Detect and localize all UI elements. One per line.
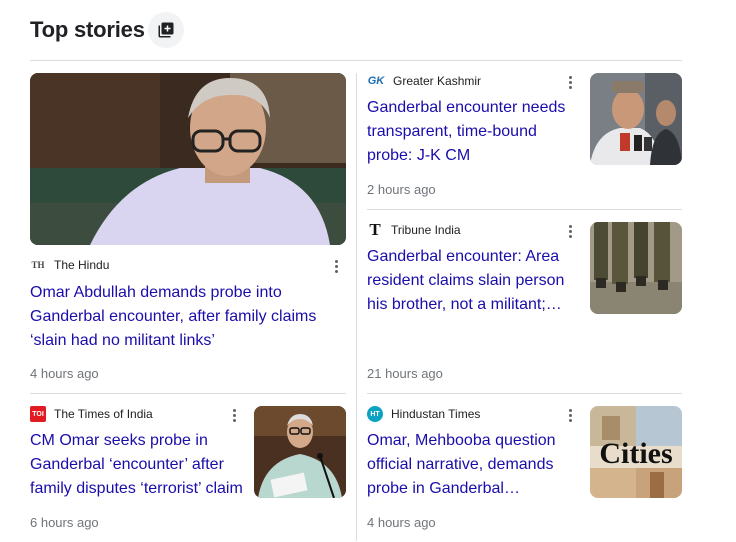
story-time: 6 hours ago bbox=[30, 515, 99, 530]
story-headline[interactable]: Omar, Mehbooba question official narrati… bbox=[367, 429, 579, 501]
cities-graphic: Cities bbox=[590, 406, 682, 498]
story-headline[interactable]: Omar Abdullah demands probe into Ganderb… bbox=[30, 281, 340, 353]
more-vert-icon bbox=[568, 80, 572, 84]
story-thumbnail[interactable] bbox=[590, 222, 682, 314]
header-divider bbox=[30, 60, 682, 61]
story-headline[interactable]: CM Omar seeks probe in Ganderbal ‘encoun… bbox=[30, 429, 248, 501]
story-thumbnail[interactable] bbox=[30, 73, 346, 245]
top-stories-header: Top stories bbox=[30, 12, 184, 48]
the-hindu-logo-icon: TH bbox=[31, 260, 45, 270]
hindustan-times-logo-icon: HT bbox=[367, 406, 383, 422]
source-name: Greater Kashmir bbox=[393, 74, 482, 88]
more-options-button[interactable] bbox=[226, 406, 242, 424]
story-headline[interactable]: Ganderbal encounter needs transparent, t… bbox=[367, 96, 577, 168]
story-time: 4 hours ago bbox=[30, 366, 99, 381]
story-headline[interactable]: Ganderbal encounter: Area resident claim… bbox=[367, 245, 577, 317]
row-divider bbox=[30, 393, 346, 394]
row-divider bbox=[367, 209, 682, 210]
story-source[interactable]: TH The Hindu bbox=[30, 257, 109, 273]
more-options-button[interactable] bbox=[562, 73, 578, 91]
more-options-button[interactable] bbox=[562, 222, 578, 240]
press-conference-photo bbox=[590, 73, 682, 165]
story-thumbnail[interactable] bbox=[590, 73, 682, 165]
source-name: The Times of India bbox=[54, 407, 153, 421]
more-vert-icon bbox=[232, 413, 236, 417]
more-vert-icon bbox=[568, 413, 572, 417]
add-to-collection-button[interactable] bbox=[148, 12, 184, 48]
story-time: 4 hours ago bbox=[367, 515, 436, 530]
source-name: The Hindu bbox=[54, 258, 110, 272]
omar-speaking-photo bbox=[254, 406, 346, 498]
story-source[interactable]: HT Hindustan Times bbox=[367, 406, 480, 422]
row-divider bbox=[367, 393, 682, 394]
story-time: 2 hours ago bbox=[367, 182, 436, 197]
source-name: Tribune India bbox=[391, 223, 461, 237]
story-thumbnail[interactable]: Cities bbox=[590, 406, 682, 498]
story-source[interactable]: T Tribune India bbox=[367, 220, 461, 239]
toi-logo-icon: TOI bbox=[30, 406, 46, 422]
story-thumbnail[interactable] bbox=[254, 406, 346, 498]
thumb-caption: Cities bbox=[599, 437, 672, 470]
column-divider bbox=[356, 73, 357, 541]
more-options-button[interactable] bbox=[328, 257, 344, 275]
story-source[interactable]: GK Greater Kashmir bbox=[367, 73, 481, 89]
add-to-collection-icon bbox=[158, 22, 174, 38]
source-name: Hindustan Times bbox=[391, 407, 481, 421]
story-time: 21 hours ago bbox=[367, 366, 443, 381]
soldiers-photo bbox=[590, 222, 682, 314]
more-vert-icon bbox=[334, 264, 338, 268]
story-source[interactable]: TOI The Times of India bbox=[30, 406, 153, 422]
section-title: Top stories bbox=[30, 17, 145, 42]
tribune-logo-icon: T bbox=[369, 220, 381, 239]
greater-kashmir-logo-icon: GK bbox=[367, 75, 385, 87]
omar-abdullah-photo bbox=[30, 73, 346, 245]
more-vert-icon bbox=[568, 229, 572, 233]
more-options-button[interactable] bbox=[562, 406, 578, 424]
